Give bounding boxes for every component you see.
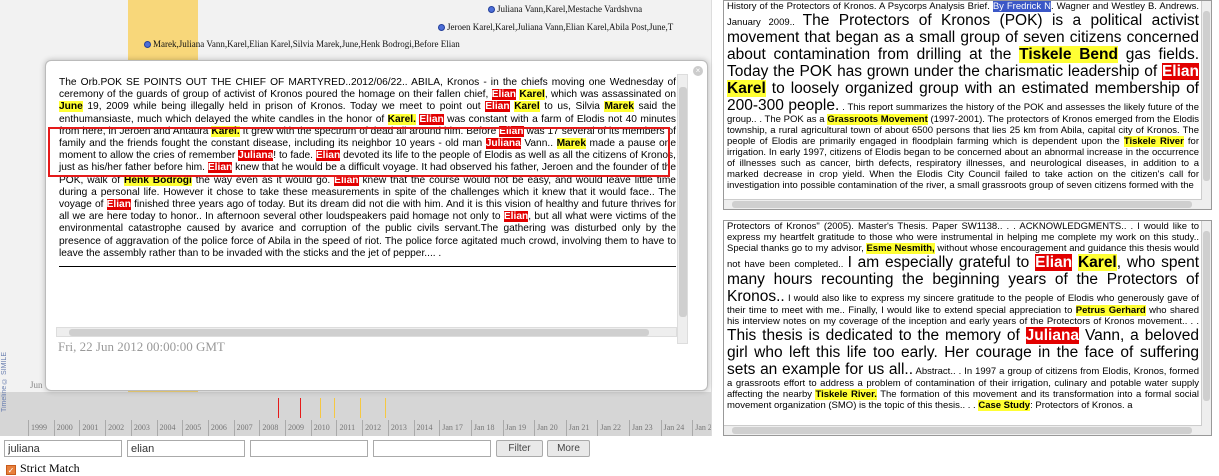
text-run: , which was assassinated on bbox=[544, 89, 676, 101]
document-text: History of the Protectors of Kronos. A P… bbox=[727, 1, 1199, 197]
scroll-thumb[interactable] bbox=[1203, 231, 1210, 401]
event-popup[interactable]: × The Orb.POK SE POINTS OUT THE CHIEF OF… bbox=[45, 60, 708, 391]
filter-input-1[interactable] bbox=[4, 440, 122, 457]
event-dot-icon bbox=[144, 41, 151, 48]
text-run: : Protectors of Kronos. a bbox=[1030, 400, 1133, 411]
text-run: This thesis is dedicated to the memory o… bbox=[727, 327, 1026, 344]
highlighted-term: By Fredrick N bbox=[992, 1, 1052, 12]
text-run: History of the Protectors of Kronos. A P… bbox=[727, 1, 993, 12]
close-icon[interactable]: × bbox=[693, 66, 703, 76]
highlighted-term: Tiskele River. bbox=[815, 389, 877, 400]
document-pane-2[interactable]: Protectors of Kronos" (2005). Master's T… bbox=[723, 220, 1212, 436]
text-run: 19, 2009 while being illegally held in p… bbox=[82, 101, 486, 113]
timeline-tick bbox=[385, 398, 386, 418]
popup-vertical-scrollbar[interactable] bbox=[677, 74, 688, 344]
highlighted-term: Elian bbox=[1161, 63, 1199, 80]
timeline-tick bbox=[300, 398, 301, 418]
highlighted-term: Juliana bbox=[1025, 327, 1080, 344]
highlighted-term: Elian bbox=[503, 211, 529, 223]
scroll-thumb[interactable] bbox=[679, 87, 687, 317]
timeline-tick bbox=[278, 398, 279, 418]
highlighted-term: Elian bbox=[485, 101, 510, 113]
timeline-event[interactable]: Juliana Vann,Karel,Mestache Vardshvna bbox=[488, 4, 642, 14]
strict-match-option[interactable]: ✓ Strict Match bbox=[6, 461, 80, 476]
highlighted-term: Tiskele Bend bbox=[1019, 46, 1118, 63]
timeline-tick bbox=[360, 398, 361, 418]
timeline-month-label: Jun bbox=[30, 380, 43, 390]
scroll-thumb[interactable] bbox=[732, 427, 1192, 434]
highlighted-term: Esme Nesmith, bbox=[866, 243, 935, 254]
doc-horizontal-scrollbar[interactable] bbox=[724, 199, 1202, 209]
highlighted-term: Elian bbox=[106, 199, 131, 211]
event-dot-icon bbox=[488, 6, 495, 13]
scroll-thumb[interactable] bbox=[1203, 11, 1210, 181]
highlighted-term: Elian bbox=[491, 89, 517, 101]
timeline-credit[interactable]: Timeline © SIMILE bbox=[1, 352, 8, 412]
scroll-thumb[interactable] bbox=[69, 329, 649, 336]
highlighted-term: Case Study bbox=[978, 400, 1031, 411]
timeline-tick bbox=[334, 398, 335, 418]
highlighted-term: June bbox=[59, 101, 83, 113]
strict-match-label: Strict Match bbox=[20, 461, 80, 475]
doc-horizontal-scrollbar[interactable] bbox=[724, 425, 1202, 435]
highlighted-term: Karel bbox=[727, 80, 766, 97]
document-pane-1[interactable]: History of the Protectors of Kronos. A P… bbox=[723, 0, 1212, 210]
more-button[interactable]: More bbox=[547, 440, 590, 457]
highlighted-term: Elian bbox=[1035, 254, 1073, 271]
highlighted-term: Tiskele River bbox=[1123, 136, 1184, 147]
article-separator bbox=[59, 266, 676, 268]
highlighted-term: Karel bbox=[1077, 254, 1117, 271]
text-run: I am especially grateful to bbox=[847, 254, 1036, 271]
highlighted-term: Karel bbox=[519, 89, 545, 101]
filter-input-4[interactable] bbox=[373, 440, 491, 457]
annotation-highlight-box bbox=[48, 127, 670, 177]
event-dot-icon bbox=[438, 24, 445, 31]
popup-date: Fri, 22 Jun 2012 00:00:00 GMT bbox=[58, 339, 225, 354]
highlighted-term: Petrus Gerhard bbox=[1075, 305, 1146, 316]
timeline-tick bbox=[320, 398, 321, 418]
highlighted-term: Karel. bbox=[387, 113, 416, 125]
checkbox-checked-icon[interactable]: ✓ bbox=[6, 465, 16, 475]
text-run: to us, Silvia bbox=[539, 101, 605, 113]
filter-input-2[interactable] bbox=[127, 440, 245, 457]
popup-horizontal-scrollbar[interactable] bbox=[56, 327, 677, 337]
timeline-event[interactable]: Marek,Juliana Vann,Karel,Elian Karel,Sil… bbox=[144, 39, 460, 49]
filter-input-3[interactable] bbox=[250, 440, 368, 457]
doc-vertical-scrollbar[interactable] bbox=[1201, 1, 1211, 209]
document-text: Protectors of Kronos" (2005). Master's T… bbox=[727, 221, 1199, 417]
highlighted-term: Elian bbox=[419, 113, 444, 125]
filter-button[interactable]: Filter bbox=[496, 440, 543, 457]
highlighted-term: Marek bbox=[604, 101, 634, 113]
timeline-event[interactable]: Jeroen Karel,Karel,Juliana Vann,Elian Ka… bbox=[438, 22, 673, 32]
highlighted-term: Grassroots Movement bbox=[827, 114, 928, 125]
scroll-thumb[interactable] bbox=[732, 201, 1192, 208]
timeline-year-scale: 1999 2000 2001 2002 2003 2004 2005 2006 … bbox=[28, 420, 711, 436]
popup-article-text: The Orb.POK SE POINTS OUT THE CHIEF OF M… bbox=[56, 74, 677, 344]
highlighted-term: Karel bbox=[514, 101, 540, 113]
doc-vertical-scrollbar[interactable] bbox=[1201, 221, 1211, 435]
